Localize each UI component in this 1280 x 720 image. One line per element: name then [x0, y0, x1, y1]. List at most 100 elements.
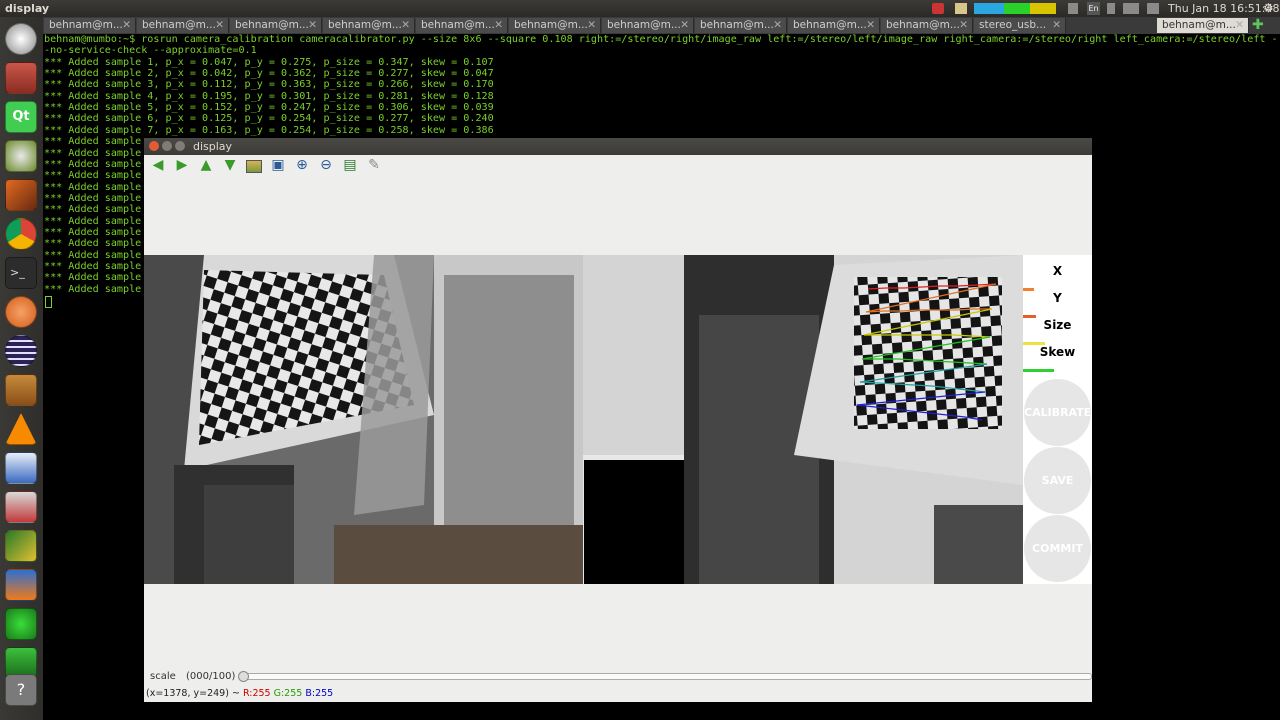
cpu-graph-icon[interactable]: [974, 3, 1004, 14]
launcher: Qt >_ ?: [0, 17, 44, 720]
system-monitor-icon[interactable]: [5, 608, 37, 640]
net-graph-icon[interactable]: [1030, 3, 1056, 14]
window-title: display: [193, 140, 233, 153]
param-skew-bar: [1023, 369, 1054, 372]
files-icon[interactable]: [5, 62, 37, 94]
zoom-in-icon[interactable]: ⊕: [294, 157, 310, 173]
save-button[interactable]: SAVE: [1024, 447, 1091, 514]
dash-icon[interactable]: [5, 23, 37, 55]
new-tab-icon[interactable]: ✚: [1252, 17, 1264, 34]
tab-terminal-1[interactable]: behnam@m... ✕: [44, 18, 136, 33]
bluetooth-icon[interactable]: [1107, 3, 1115, 14]
sync-icon[interactable]: [1068, 3, 1078, 14]
mem-graph-icon[interactable]: [1004, 3, 1030, 14]
mail-icon[interactable]: [955, 3, 967, 14]
tab-terminal-7[interactable]: behnam@m... ✕: [602, 18, 694, 33]
ubuntu-one-icon[interactable]: [5, 296, 37, 328]
tool-icon[interactable]: [5, 530, 37, 562]
close-icon[interactable]: ✕: [308, 18, 317, 33]
tab-terminal-11[interactable]: stereo_usb... ✕: [974, 18, 1066, 33]
top-panel: display En Thu Jan 18 16:51:48 ⚙: [0, 0, 1280, 17]
tab-terminal-6[interactable]: behnam@m... ✕: [509, 18, 601, 33]
close-icon[interactable]: ✕: [959, 18, 968, 33]
keyboard-layout[interactable]: En: [1087, 2, 1100, 15]
record-icon[interactable]: [932, 3, 944, 14]
eclipse-icon[interactable]: [5, 335, 37, 367]
software-icon[interactable]: [5, 569, 37, 601]
window-titlebar[interactable]: display: [144, 138, 1092, 155]
terminal-sample-line: *** Added sample: [44, 272, 142, 284]
close-icon[interactable]: ✕: [122, 18, 131, 33]
tab-terminal-10[interactable]: behnam@m... ✕: [881, 18, 973, 33]
command-line: behnam@mumbo:~$ rosrun camera_calibratio…: [44, 34, 1278, 45]
terminal-sample-line: *** Added sample: [44, 215, 142, 227]
status-coords: (x=1378, y=249) ~: [146, 688, 240, 699]
image-icon[interactable]: [246, 160, 262, 173]
close-icon[interactable]: ✕: [773, 18, 782, 33]
help-icon[interactable]: ?: [5, 674, 37, 706]
param-y-label: Y: [1053, 291, 1062, 305]
tab-terminal-12[interactable]: behnam@m... ✕: [1157, 18, 1249, 33]
tab-terminal-3[interactable]: behnam@m... ✕: [230, 18, 322, 33]
terminal-sample-line: *** Added sample: [44, 238, 142, 250]
commit-button[interactable]: COMMIT: [1024, 515, 1091, 582]
forward-arrow-icon[interactable]: ▶: [174, 157, 190, 173]
tab-terminal-5[interactable]: behnam@m... ✕: [416, 18, 508, 33]
close-icon[interactable]: ✕: [866, 18, 875, 33]
close-icon[interactable]: [149, 141, 159, 151]
settings-icon[interactable]: [5, 140, 37, 172]
close-icon[interactable]: ✕: [215, 18, 224, 33]
minimize-icon[interactable]: [162, 141, 172, 151]
status-g: G:255: [273, 688, 303, 699]
vlc-icon[interactable]: [5, 413, 37, 445]
fit-window-icon[interactable]: ▣: [270, 157, 286, 173]
chrome-icon[interactable]: [5, 218, 37, 250]
up-arrow-icon[interactable]: ▲: [198, 157, 214, 173]
terminal-sample-line: *** Added sample: [44, 158, 142, 170]
dictionary-icon[interactable]: [5, 374, 37, 406]
terminal-sample-line: *** Added sample 7, p_x = 0.163, p_y = 0…: [44, 124, 494, 136]
archive-icon[interactable]: [5, 491, 37, 523]
tab-terminal-4[interactable]: behnam@m... ✕: [323, 18, 415, 33]
terminal-icon[interactable]: >_: [5, 257, 37, 289]
back-arrow-icon[interactable]: ◀: [150, 157, 166, 173]
calibrate-button[interactable]: CALIBRATE: [1024, 379, 1091, 446]
status-r: R:255: [242, 688, 271, 699]
close-icon[interactable]: ✕: [587, 18, 596, 33]
battery-icon[interactable]: [1123, 3, 1139, 14]
scale-slider-handle[interactable]: [238, 671, 249, 682]
brush-icon[interactable]: ✎: [366, 157, 382, 173]
status-bar: (x=1378, y=249) ~ R:255 G:255 B:255: [144, 687, 1092, 701]
terminal-sample-line: *** Added sample: [44, 147, 142, 159]
close-icon[interactable]: ✕: [1052, 18, 1061, 33]
close-icon[interactable]: ✕: [401, 18, 410, 33]
matlab-icon[interactable]: [5, 179, 37, 211]
zoom-out-icon[interactable]: ⊖: [318, 157, 334, 173]
qt-creator-icon[interactable]: Qt: [5, 101, 37, 133]
gear-icon[interactable]: ⚙: [1263, 0, 1274, 17]
stereo-image: [144, 255, 1092, 584]
tab-terminal-8[interactable]: behnam@m... ✕: [695, 18, 787, 33]
close-icon[interactable]: ✕: [680, 18, 689, 33]
terminal-sample-line: *** Added sample 1, p_x = 0.047, p_y = 0…: [44, 56, 494, 68]
close-icon[interactable]: ✕: [494, 18, 503, 33]
save-icon[interactable]: ▤: [342, 157, 358, 173]
tab-terminal-2[interactable]: behnam@m... ✕: [137, 18, 229, 33]
maximize-icon[interactable]: [175, 141, 185, 151]
tab-terminal-9[interactable]: behnam@m... ✕: [788, 18, 880, 33]
command-line-cont: -no-service-check --approximate=0.1: [44, 45, 257, 57]
image-canvas[interactable]: X Y Size Skew CALIBRATE SAVE COMMIT: [144, 255, 1092, 584]
terminal-cursor: [45, 296, 52, 308]
close-icon[interactable]: ✕: [1235, 18, 1244, 33]
writer-icon[interactable]: [5, 452, 37, 484]
active-app-title: display: [5, 2, 50, 15]
display-window: display ◀ ▶ ▲ ▼ ▣ ⊕ ⊖ ▤ ✎ X Y Size Skew …: [144, 138, 1092, 702]
terminal-sample-line: *** Added sample: [44, 192, 142, 204]
terminal-sample-line: *** Added sample: [44, 170, 142, 182]
down-arrow-icon[interactable]: ▼: [222, 157, 238, 173]
volume-icon[interactable]: [1147, 3, 1159, 14]
terminal-sample-line: *** Added sample: [44, 283, 142, 295]
scale-slider-track[interactable]: [240, 673, 1092, 680]
scale-value: (000/100): [186, 671, 236, 682]
terminal-sample-line: *** Added sample: [44, 261, 142, 272]
